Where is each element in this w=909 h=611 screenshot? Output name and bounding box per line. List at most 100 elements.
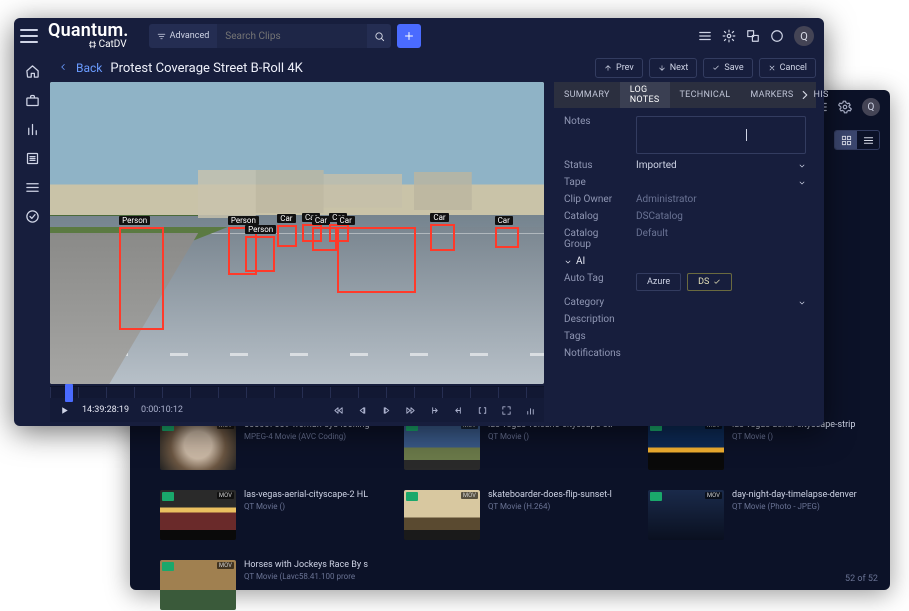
metadata-tabs: SUMMARYLOG NOTESTECHNICALMARKERSHIS <box>554 82 816 108</box>
home-icon[interactable] <box>25 64 40 79</box>
step-back-icon[interactable] <box>332 404 344 416</box>
label-clip-owner: Clip Owner <box>564 194 626 205</box>
levels-icon[interactable] <box>524 404 536 416</box>
tabs-overflow-icon[interactable] <box>798 88 812 102</box>
clip-card-subtitle: QT Movie (Photo - JPEG) <box>732 502 857 511</box>
notes-textarea[interactable] <box>636 116 806 154</box>
rows-icon[interactable] <box>25 180 40 195</box>
layout-icon[interactable] <box>698 29 712 43</box>
clip-thumbnail[interactable]: MOV <box>404 490 480 540</box>
clip-title: Protest Coverage Street B-Roll 4K <box>110 61 302 76</box>
play-button[interactable] <box>58 404 70 416</box>
autotag-azure-button[interactable]: Azure <box>636 273 681 291</box>
detection-car: Car <box>277 225 297 246</box>
clip-thumbnail[interactable]: MOV <box>404 420 480 470</box>
help-icon[interactable] <box>770 29 784 43</box>
mark-in-icon[interactable] <box>428 404 440 416</box>
frame-fwd-icon[interactable] <box>380 404 392 416</box>
tab-markers[interactable]: MARKERS <box>740 82 803 108</box>
clip-card[interactable]: MOVlas-vegas-aerial-cityscape-2 HLQT Mov… <box>160 490 380 540</box>
mark-out-icon[interactable] <box>452 404 464 416</box>
translate-icon[interactable] <box>746 29 760 43</box>
chevron-left-icon[interactable] <box>58 62 68 75</box>
user-avatar[interactable]: Q <box>862 98 880 116</box>
clip-card[interactable]: MOVday-night-day-timelapse-denverQT Movi… <box>648 490 868 540</box>
label-catalog-group: Catalog Group <box>564 228 626 250</box>
clip-thumbnail[interactable]: MOV <box>160 490 236 540</box>
view-mode-toggle[interactable] <box>834 130 880 150</box>
detection-car: Car <box>337 227 416 293</box>
player-controls: 14:39:28:19 0:00:10:12 <box>50 398 544 422</box>
grid-view-button[interactable] <box>835 131 857 149</box>
clip-format-badge: MOV <box>705 492 722 499</box>
label-status: Status <box>564 160 626 171</box>
bar-chart-icon[interactable] <box>25 122 40 137</box>
app-brand: Quantum. CatDV <box>48 23 129 48</box>
clip-status-badge <box>650 492 662 501</box>
clip-owner-value: Administrator <box>636 194 806 205</box>
clip-format-badge: MOV <box>461 492 478 499</box>
check-icon <box>713 278 721 286</box>
caret-down-icon <box>798 162 806 173</box>
label-catalog: Catalog <box>564 211 626 222</box>
brackets-icon[interactable] <box>476 404 488 416</box>
brand-main: Quantum. <box>48 23 129 39</box>
tab-log-notes[interactable]: LOG NOTES <box>620 82 670 108</box>
add-button[interactable] <box>397 24 421 48</box>
frame-back-icon[interactable] <box>356 404 368 416</box>
metadata-panel: SUMMARYLOG NOTESTECHNICALMARKERSHIS Note… <box>554 82 816 422</box>
brand-sub: CatDV <box>48 40 129 49</box>
tab-summary[interactable]: SUMMARY <box>554 82 620 108</box>
label-category: Category <box>564 297 626 308</box>
back-link[interactable]: Back <box>76 61 102 75</box>
clip-detail-window: Quantum. CatDV Advanced <box>14 18 824 426</box>
search-button[interactable] <box>367 24 391 48</box>
clip-card[interactable]: MOVskateboarder-does-flip-sunset-lQT Mov… <box>404 490 624 540</box>
next-button[interactable]: Next <box>649 58 698 78</box>
cancel-button[interactable]: Cancel <box>759 58 816 78</box>
advanced-search-button[interactable]: Advanced <box>149 24 218 48</box>
gear-icon[interactable] <box>838 100 852 114</box>
list-view-button[interactable] <box>857 131 879 149</box>
clip-thumbnail[interactable]: MOV <box>160 420 236 470</box>
clip-thumbnail[interactable]: MOV <box>160 560 236 610</box>
clip-card-subtitle: MPEG-4 Movie (AVC Coding) <box>244 432 370 441</box>
timecode-primary: 14:39:28:19 <box>82 405 129 415</box>
video-player[interactable]: PersonPersonPersonCarCarCarCarCarCarCar <box>50 82 544 384</box>
clip-card[interactable]: MOV555667559-woman-eye-lookingMPEG-4 Mov… <box>160 420 380 470</box>
label-description: Description <box>564 314 626 325</box>
result-counter: 52 of 52 <box>845 574 878 584</box>
save-button[interactable]: Save <box>703 58 752 78</box>
status-select[interactable]: Imported <box>636 160 806 171</box>
prev-button[interactable]: Prev <box>595 58 643 78</box>
clip-card[interactable]: MOVlas-vegas-volcano-cityscape-strQT Mov… <box>404 420 624 470</box>
main-menu-button[interactable] <box>20 29 38 43</box>
clip-card[interactable]: MOVlas-vegas-aerial-cityscape-stripQT Mo… <box>648 420 868 470</box>
briefcase-icon[interactable] <box>25 93 40 108</box>
check-circle-icon[interactable] <box>25 209 40 224</box>
clip-thumbnail[interactable]: MOV <box>648 420 724 470</box>
detection-car: Car <box>430 224 455 251</box>
autotag-ds-button[interactable]: DS <box>687 273 732 291</box>
user-avatar[interactable]: Q <box>794 26 814 46</box>
clip-card[interactable]: MOVHorses with Jockeys Race By sQT Movie… <box>160 560 380 610</box>
clip-status-badge <box>162 492 174 501</box>
clip-card-subtitle: QT Movie (H.264) <box>488 502 612 511</box>
clip-thumbnail[interactable]: MOV <box>648 490 724 540</box>
detection-person: Person <box>245 236 275 272</box>
settings-icon[interactable] <box>722 29 736 43</box>
app-topbar: Quantum. CatDV Advanced <box>14 18 824 54</box>
clip-card-subtitle: QT Movie () <box>488 432 614 441</box>
search-input[interactable] <box>217 24 367 48</box>
step-fwd-icon[interactable] <box>404 404 416 416</box>
tab-technical[interactable]: TECHNICAL <box>670 82 741 108</box>
list-panel-icon[interactable] <box>25 151 40 166</box>
ai-section-header[interactable]: AI <box>564 256 806 267</box>
caret-down-icon <box>564 258 572 266</box>
mini-timeline[interactable] <box>50 386 544 398</box>
clip-card-title: las-vegas-aerial-cityscape-2 HL <box>244 490 368 500</box>
label-tape: Tape <box>564 177 626 188</box>
fullscreen-icon[interactable] <box>500 404 512 416</box>
search-icon <box>374 31 385 42</box>
playhead-icon[interactable] <box>65 384 73 402</box>
